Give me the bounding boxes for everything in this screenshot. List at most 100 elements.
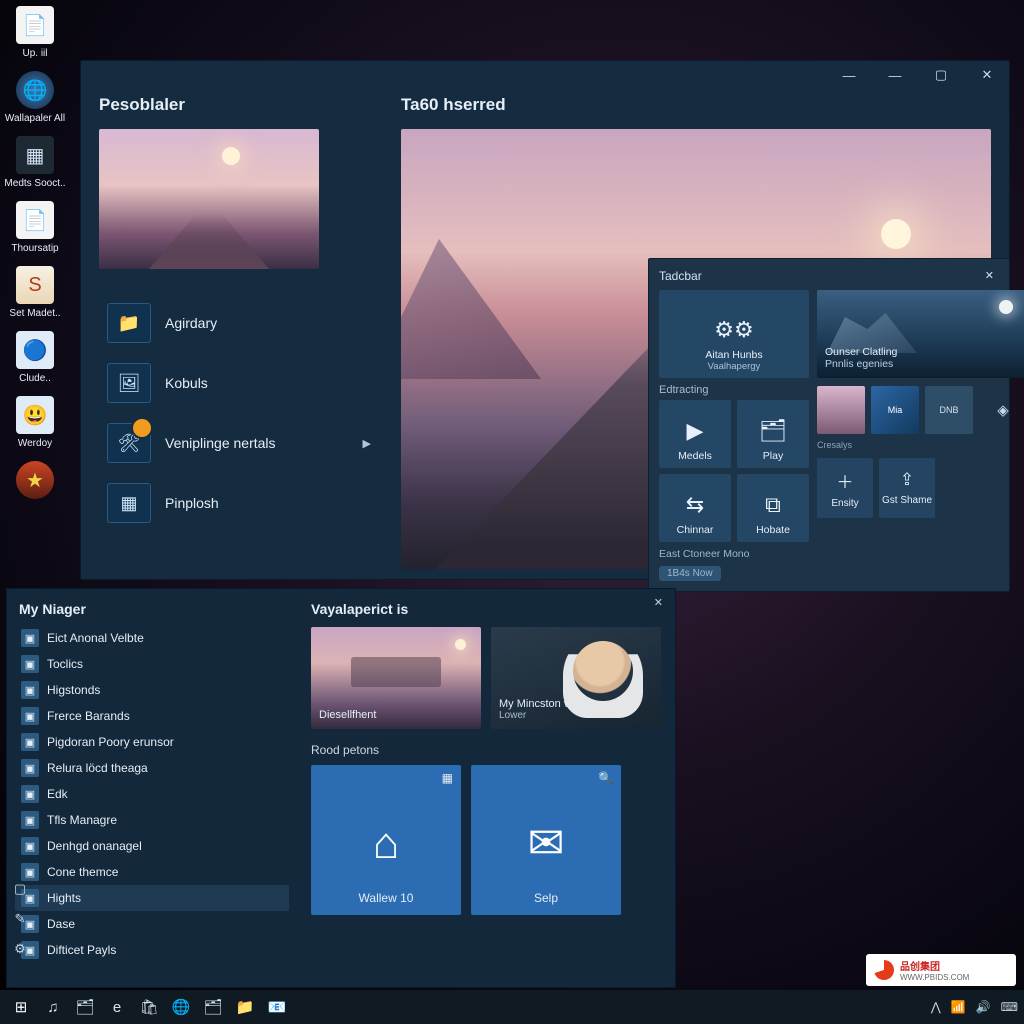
section-label: Edtracting <box>659 384 809 396</box>
taskbar-app[interactable]: 🌐 <box>166 993 196 1021</box>
tile-aitan-hunbs[interactable]: ⚙⚙ Aitan Hunbs Vaalhapergy <box>659 290 809 378</box>
start-item[interactable]: ▣ Frerce Barands <box>15 703 289 729</box>
nav-item[interactable]: 🛠 Veniplinge nertals ▶ <box>99 417 379 469</box>
mini-tile-cresalys[interactable] <box>817 386 865 434</box>
minimize2-button[interactable]: — <box>883 63 907 87</box>
taskbar: ⊞♫🗂e🛍🌐🗂📁📧 ⋀📶🔊⌨ <box>0 990 1024 1024</box>
taskbar-app[interactable]: 📧 <box>262 993 292 1021</box>
desktop-icon[interactable]: 😃 Werdoy <box>4 396 66 449</box>
tile-icon: ✉ <box>528 818 565 869</box>
nav-label: Veniplinge nertals <box>165 435 276 451</box>
desktop-icon[interactable]: 📄 Up. iil <box>4 6 66 59</box>
taskbar-app[interactable]: 🗂 <box>70 993 100 1021</box>
app-icon: 😃 <box>16 396 54 434</box>
start-item[interactable]: ▣ Edk <box>15 781 289 807</box>
start-item[interactable]: ▣ Eict Anonal Velbte <box>15 625 289 651</box>
start-item[interactable]: ▣ Hights <box>15 885 289 911</box>
app-icon: ▣ <box>21 759 39 777</box>
nav-label: Kobuls <box>165 375 208 391</box>
taskbar-app[interactable]: e <box>102 993 132 1021</box>
app-icon: ▦ <box>16 136 54 174</box>
wallpaper-thumbnail[interactable] <box>99 129 319 269</box>
mini-tile-mia[interactable]: Mia <box>871 386 919 434</box>
maximize-button[interactable]: ▢ <box>929 63 953 87</box>
nav-item[interactable]: ▦ Pinplosh <box>99 477 379 529</box>
app-icon: 🌐 <box>16 71 54 109</box>
footer-link[interactable]: East Ctoneer Mono <box>659 548 749 560</box>
rail-gear-icon[interactable]: ⚙ <box>14 941 26 957</box>
tray-icon[interactable]: 📶 <box>951 1000 966 1014</box>
start-item[interactable]: ▣ Pigdoran Poory erunsor <box>15 729 289 755</box>
desktop-icon[interactable]: ▦ Medts Sooct.. <box>4 136 66 189</box>
app-icon: ▣ <box>21 837 39 855</box>
start-button[interactable]: ⊞ <box>6 993 36 1021</box>
tile-icon: ＋ <box>837 468 854 493</box>
app-icon: 📄 <box>16 6 54 44</box>
nav-icon: 📁 <box>107 303 151 343</box>
taskbar-app[interactable]: 🛍 <box>134 993 164 1021</box>
app-icon: ▣ <box>21 681 39 699</box>
right-title: Ta60 hserred <box>401 95 991 115</box>
tray-icon[interactable]: ⌨ <box>1001 1000 1018 1014</box>
tile-ensity[interactable]: ＋ Ensity <box>817 458 873 518</box>
start-item[interactable]: ▣ Difticet Payls <box>15 937 289 963</box>
system-tray: ⋀ 📶 🔊 ⌨ <box>931 1000 1018 1014</box>
app-icon: ▣ <box>21 655 39 673</box>
mini-tile-dnb[interactable]: DNB <box>925 386 973 434</box>
desktop-icon[interactable]: 🌐 Wallapaler All <box>4 71 66 124</box>
close-button[interactable]: ✕ <box>975 63 999 87</box>
tile-play[interactable]: 🗂 Play <box>737 400 809 468</box>
taskbar-app[interactable]: 🗂 <box>198 993 228 1021</box>
tile-label: Hobate <box>756 524 790 536</box>
now-pill[interactable]: 1B4s Now <box>659 566 721 581</box>
app-icon: 🔵 <box>16 331 54 369</box>
nav-item[interactable]: 📁 Agirdary <box>99 297 379 349</box>
start-item[interactable]: ▣ Toclics <box>15 651 289 677</box>
start-item-label: Tfls Managre <box>47 813 117 827</box>
desktop-icon[interactable]: S Set Madet.. <box>4 266 66 319</box>
start-item[interactable]: ▣ Higstonds <box>15 677 289 703</box>
tile-selp[interactable]: 🔍 ✉ Selp <box>471 765 621 915</box>
nav-icon: 🖼 <box>107 363 151 403</box>
start-item-label: Toclics <box>47 657 83 671</box>
tray-icon[interactable]: 🔊 <box>976 1000 991 1014</box>
desktop-icon[interactable]: ★ <box>4 461 66 499</box>
taskbar-app[interactable]: ♫ <box>38 993 68 1021</box>
app-icon: ▣ <box>21 733 39 751</box>
start-close-button[interactable]: ✕ <box>648 593 669 612</box>
icon-label: Wallapaler All <box>4 113 66 124</box>
tile-ounser-clatling[interactable]: Ounser Clatling Pnnlis egenies <box>817 290 1024 378</box>
tile-medels[interactable]: ▶ Medels <box>659 400 731 468</box>
app-icon: ★ <box>16 461 54 499</box>
start-item[interactable]: ▣ Relura löcd theaga <box>15 755 289 781</box>
start-item[interactable]: ▣ Tfls Managre <box>15 807 289 833</box>
left-pane: Pesoblaler 📁 Agirdary 🖼 Kobuls 🛠 Venipli… <box>99 89 379 569</box>
start-item[interactable]: ▣ Dase <box>15 911 289 937</box>
desktop-icon[interactable]: 🔵 Clude.. <box>4 331 66 384</box>
app-icon: ▣ <box>21 707 39 725</box>
tile-label: Chinnar <box>677 524 714 536</box>
chevron-right-icon: ▶ <box>363 437 371 450</box>
taskbar-app[interactable]: 📁 <box>230 993 260 1021</box>
tile-wallew 10[interactable]: ▦ ⌂ Wallew 10 <box>311 765 461 915</box>
tadcbar-close-button[interactable]: ✕ <box>980 267 999 284</box>
rail-pencil-icon[interactable]: ✎ <box>15 911 26 927</box>
rail-box-icon[interactable]: ▢ <box>14 881 26 897</box>
corner-icon: ▦ <box>442 771 453 785</box>
tray-icon[interactable]: ⋀ <box>931 1000 941 1014</box>
tile-diesellfhent[interactable]: Diesellfhent <box>311 627 481 729</box>
tile-chinnar[interactable]: ⇆ Chinnar <box>659 474 731 542</box>
mini-tile-more[interactable]: ◈ <box>979 386 1024 434</box>
tile-icon: ⇪ <box>900 470 914 490</box>
tile-my-mincston[interactable]: My Mincston v. Lower <box>491 627 661 729</box>
nav-item[interactable]: 🖼 Kobuls <box>99 357 379 409</box>
desktop-icon[interactable]: 📄 Thoursatip <box>4 201 66 254</box>
icon-label: Thoursatip <box>4 243 66 254</box>
watermark-logo-icon <box>874 960 894 980</box>
start-item-label: Dase <box>47 917 75 931</box>
tile-gst shame[interactable]: ⇪ Gst Shame <box>879 458 935 518</box>
start-item[interactable]: ▣ Denhgd onanagel <box>15 833 289 859</box>
tile-hobate[interactable]: ⧉ Hobate <box>737 474 809 542</box>
minimize-button[interactable]: — <box>837 63 861 87</box>
start-item[interactable]: ▣ Cone themce <box>15 859 289 885</box>
